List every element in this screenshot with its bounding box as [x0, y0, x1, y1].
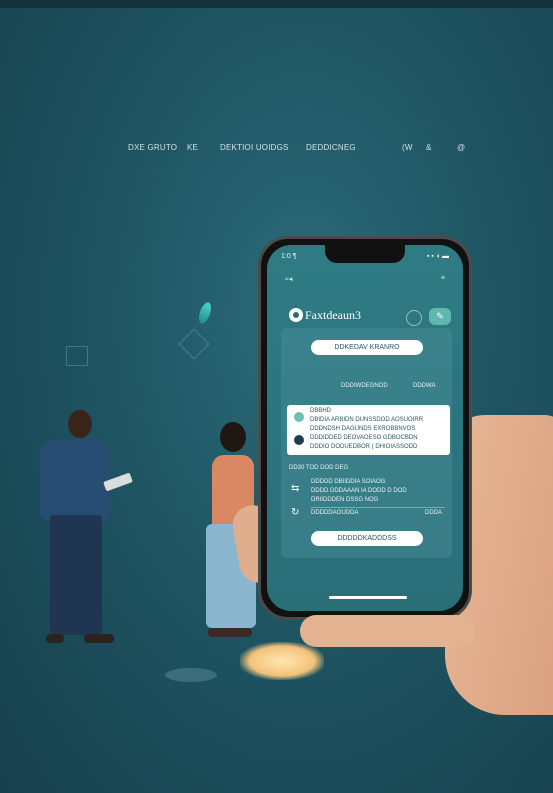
card-line-5: DDDIO DODUEDBOR ( DHIOIASSODD	[310, 444, 418, 450]
man-shoe-left	[46, 634, 64, 643]
menu-left-icon[interactable]: ≈◂	[285, 275, 292, 283]
edit-icon[interactable]: ✎	[429, 308, 451, 325]
man-head	[68, 410, 92, 438]
card-line-1: DBBHD	[310, 408, 332, 414]
app-title: Faxtdeaun3	[305, 308, 361, 322]
man-shirt	[40, 440, 110, 520]
card-line-2: DBIDIA ARBIDN DUNSSDOD AOSUOIRR	[310, 417, 424, 423]
nav-item-6[interactable]: &	[426, 143, 432, 152]
nav-item-2[interactable]: KE	[187, 143, 198, 152]
app-logo-icon	[289, 308, 303, 322]
floor-disc	[165, 668, 217, 682]
list-line-3: DRIIDDDEN DSSG NOG	[311, 497, 379, 503]
card-line-4: DDDIDDED DEOVAOESO GDBOCBDN	[310, 435, 418, 441]
mid-row-left: DDDIWDEGNOD	[341, 383, 388, 389]
mid-row-right: DDDWA	[413, 383, 436, 389]
menu-icon[interactable]: ≡	[441, 275, 445, 282]
bottom-row-left: DDDDDAOUDDA	[311, 510, 359, 516]
status-time: 1:0 ¶	[281, 253, 297, 260]
hand-fingers	[300, 615, 475, 647]
card-dot-teal-icon	[294, 412, 304, 422]
nav-item-3[interactable]: DEKTIOI UOIDGS	[220, 143, 289, 152]
card-line-3: DDDNDSH DAGUNDS EXROBBNVOS	[310, 426, 416, 432]
refresh-icon[interactable]: ↻	[291, 507, 299, 518]
top-bar	[0, 0, 553, 8]
info-card[interactable]: DBBHD DBIDIA ARBIDN DUNSSDOD AOSUOIRR DD…	[287, 405, 450, 455]
woman-head	[220, 422, 246, 452]
list-line-1: DDDDD DBIIDDIA SOIAOG	[311, 479, 386, 485]
bottom-pill-button[interactable]: DDDDDKADDDSS	[311, 531, 423, 546]
man-shoe-right	[84, 634, 114, 643]
top-pill-button[interactable]: DDKEDAV KRANRO	[311, 340, 423, 355]
leaf-shape	[196, 300, 214, 326]
illustration-scene: DXE GRUTO KE DEKTIOI UOIDGS DEDDICNEG (W…	[0, 0, 553, 793]
link-icon[interactable]: ⇆	[291, 483, 299, 494]
nav-item-7[interactable]: @	[457, 143, 465, 152]
nav-item-1[interactable]: DXE GRUTO	[128, 143, 177, 152]
circle-icon[interactable]	[406, 310, 422, 326]
smartphone: 1:0 ¶ ▪ ▪ ◖ ▬ ≈◂ ≡ Faxtdeaun3 ✎ DDKEDAV …	[258, 236, 472, 620]
section-label: DD30 TOD DOD DEG	[289, 465, 349, 471]
nav-item-5[interactable]: (W	[402, 143, 413, 152]
list-line-2: DDDD DDDAAAN IA DODD D DOD	[311, 488, 407, 494]
deco-diamond	[178, 328, 210, 360]
divider	[311, 507, 445, 508]
top-nav: DXE GRUTO KE DEKTIOI UOIDGS DEDDICNEG (W…	[0, 143, 553, 157]
woman-shoes	[208, 628, 252, 637]
status-icons: ▪ ▪ ◖ ▬	[426, 253, 449, 260]
home-indicator[interactable]	[329, 596, 407, 599]
phone-screen: 1:0 ¶ ▪ ▪ ◖ ▬ ≈◂ ≡ Faxtdeaun3 ✎ DDKEDAV …	[267, 245, 463, 611]
man-pants	[50, 515, 102, 635]
deco-square	[66, 346, 88, 366]
nav-item-4[interactable]: DEDDICNEG	[306, 143, 356, 152]
card-dot-dark-icon	[294, 435, 304, 445]
glowing-lamp	[240, 642, 324, 680]
status-bar: 1:0 ¶ ▪ ▪ ◖ ▬	[281, 253, 449, 263]
bottom-row-right: DDDA	[425, 510, 443, 516]
